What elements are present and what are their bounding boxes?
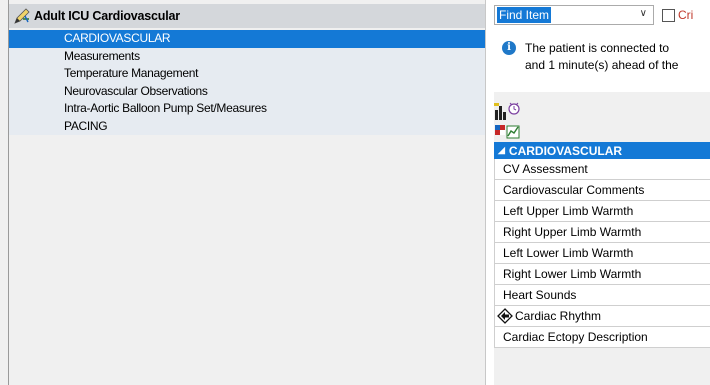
info-line-1: The patient is connected to: [525, 41, 670, 55]
row-heart-sounds[interactable]: Heart Sounds: [494, 285, 710, 306]
flowsheet-grid-area: ◢ CARDIOVASCULAR CV Assessment Cardiovas…: [494, 92, 710, 385]
flowsheet-table: ◢ CARDIOVASCULAR CV Assessment Cardiovas…: [494, 142, 710, 348]
navigator-list: CARDIOVASCULAR Measurements Temperature …: [9, 30, 485, 135]
find-item-select[interactable]: Find Item ∨: [494, 5, 654, 25]
row-right-lower-limb-warmth[interactable]: Right Lower Limb Warmth: [494, 264, 710, 285]
row-cardiac-ectopy-description[interactable]: Cardiac Ectopy Description: [494, 327, 710, 348]
section-title: CARDIOVASCULAR: [508, 143, 623, 158]
flag-icon[interactable]: [495, 125, 505, 135]
pencil-icon: [14, 8, 30, 24]
info-line-2: and 1 minute(s) ahead of the: [525, 58, 679, 72]
critical-checkbox[interactable]: [662, 8, 675, 22]
row-label: Cardiovascular Comments: [503, 183, 645, 197]
row-label: Left Lower Limb Warmth: [503, 246, 634, 260]
band-navigator-pane: Adult ICU Cardiovascular CARDIOVASCULAR …: [0, 0, 486, 385]
collapse-triangle-icon[interactable]: ◢: [498, 145, 505, 156]
navigator-title: Adult ICU Cardiovascular: [34, 9, 180, 23]
nav-item-pacing[interactable]: PACING: [9, 118, 485, 136]
row-label: Right Upper Limb Warmth: [503, 225, 642, 239]
row-label: Right Lower Limb Warmth: [503, 267, 642, 281]
row-cardiovascular-comments[interactable]: Cardiovascular Comments: [494, 180, 710, 201]
clock-icon[interactable]: [508, 102, 520, 115]
trend-chart-icon[interactable]: [506, 125, 520, 139]
find-item-value: Find Item: [497, 7, 552, 23]
navigator-header[interactable]: Adult ICU Cardiovascular: [9, 4, 485, 28]
info-icon: i: [502, 41, 516, 55]
nav-item-neurovascular-observations[interactable]: Neurovascular Observations: [9, 83, 485, 101]
row-left-upper-limb-warmth[interactable]: Left Upper Limb Warmth: [494, 201, 710, 222]
nav-item-cardiovascular[interactable]: CARDIOVASCULAR: [9, 30, 485, 48]
bar-chart-icon[interactable]: [494, 103, 506, 120]
section-header[interactable]: ◢ CARDIOVASCULAR: [494, 142, 710, 159]
nav-item-measurements[interactable]: Measurements: [9, 48, 485, 66]
row-label: Cardiac Ectopy Description: [503, 330, 648, 344]
flowsheet-tool-icons: [494, 102, 520, 139]
critical-label: Cri: [678, 8, 694, 22]
row-label: Heart Sounds: [503, 288, 577, 302]
row-label: CV Assessment: [503, 162, 588, 176]
documentation-pane: Find Item ∨ Cri i The patient is connect…: [486, 0, 710, 385]
chevron-down-icon[interactable]: ∨: [640, 8, 647, 19]
required-diamond-icon: [497, 308, 513, 324]
row-label: Cardiac Rhythm: [515, 309, 602, 323]
row-label: Left Upper Limb Warmth: [503, 204, 634, 218]
row-cv-assessment[interactable]: CV Assessment: [494, 159, 710, 180]
nav-item-temperature-management[interactable]: Temperature Management: [9, 65, 485, 83]
find-row: Find Item ∨ Cri: [494, 4, 693, 26]
nav-item-intra-aortic-balloon-pump[interactable]: Intra-Aortic Balloon Pump Set/Measures: [9, 100, 485, 118]
row-cardiac-rhythm[interactable]: Cardiac Rhythm: [494, 306, 710, 327]
row-right-upper-limb-warmth[interactable]: Right Upper Limb Warmth: [494, 222, 710, 243]
row-left-lower-limb-warmth[interactable]: Left Lower Limb Warmth: [494, 243, 710, 264]
